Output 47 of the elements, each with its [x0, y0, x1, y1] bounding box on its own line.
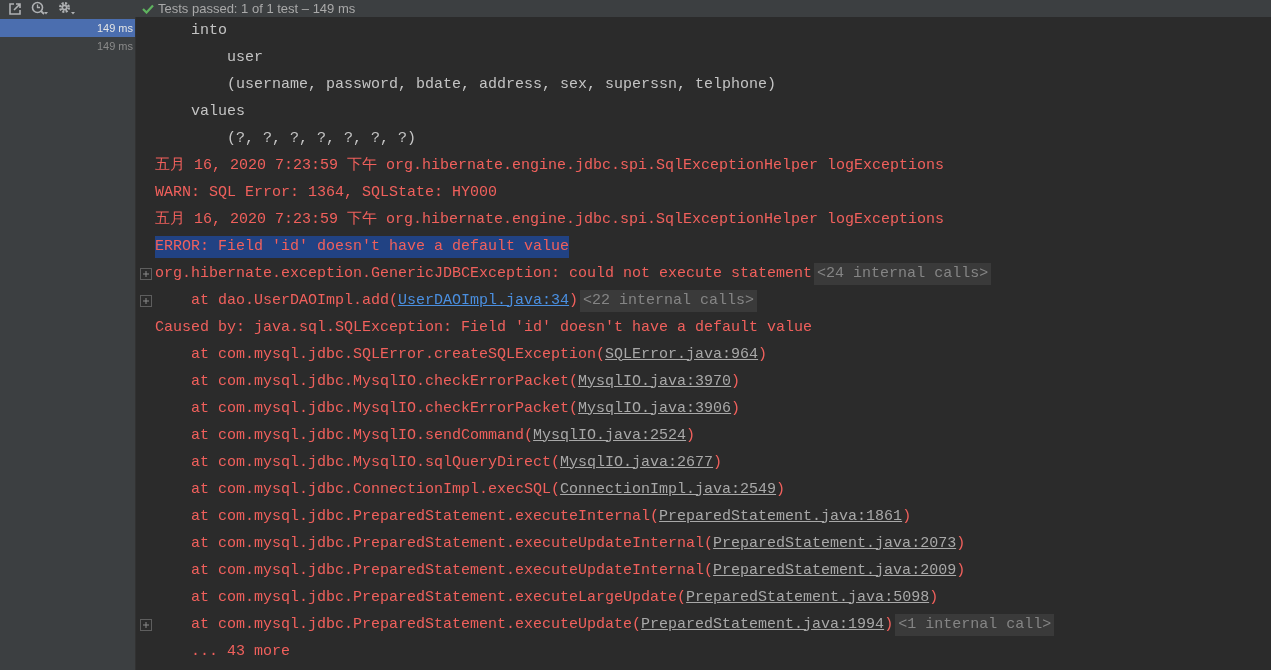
source-link[interactable]: ConnectionImpl.java:2549 — [560, 480, 777, 498]
stack-frame-line: at dao.UserDAOImpl.add(UserDAOImpl.java:34) — [191, 290, 579, 311]
source-link[interactable]: PreparedStatement.java:1994 — [641, 615, 885, 633]
test-status-text: Tests passed: 1 of 1 test – 149 ms — [158, 1, 356, 16]
test-tree-item[interactable]: 149 ms — [0, 37, 135, 55]
source-link[interactable]: PreparedStatement.java:2073 — [713, 534, 957, 552]
source-link[interactable]: MysqlIO.java:2524 — [533, 426, 687, 444]
internal-calls-button[interactable]: <1 internal call> — [895, 613, 1055, 636]
source-link[interactable]: PreparedStatement.java:2009 — [713, 561, 957, 579]
sql-line: values — [191, 101, 245, 122]
log-line: WARN: SQL Error: 1364, SQLState: HY000 — [155, 182, 498, 203]
stack-frame-line: at com.mysql.jdbc.PreparedStatement.executeInternal(PreparedStatement.java:1861) — [191, 506, 912, 527]
stack-frame-line: at com.mysql.jdbc.SQLError.createSQLException(SQLError.java:964) — [191, 344, 768, 365]
source-link[interactable]: SQLError.java:964 — [605, 345, 759, 363]
log-line: 五月 16, 2020 7:23:59 下午 org.hibernate.engine.jdbc.spi.SqlExceptionHelper logExceptions — [155, 209, 945, 230]
stack-frame-line: at com.mysql.jdbc.ConnectionImpl.execSQL(ConnectionImpl.java:2549) — [191, 479, 786, 500]
expand-icon[interactable] — [139, 618, 152, 631]
stack-frame-line: at com.mysql.jdbc.MysqlIO.checkErrorPacket(MysqlIO.java:3906) — [191, 398, 741, 419]
test-tree-item[interactable]: 149 ms — [0, 19, 135, 37]
stack-frame-line: ... 43 more — [191, 641, 291, 662]
expand-icon[interactable] — [139, 294, 152, 307]
sql-line: (?, ?, ?, ?, ?, ?, ?) — [227, 128, 417, 149]
sql-line: into — [191, 20, 227, 41]
source-link[interactable]: UserDAOImpl.java:34 — [398, 291, 570, 309]
source-link[interactable]: MysqlIO.java:2677 — [560, 453, 714, 471]
stack-frame-line: at com.mysql.jdbc.PreparedStatement.executeLargeUpdate(PreparedStatement.java:5098) — [191, 587, 939, 608]
expand-icon[interactable] — [139, 267, 152, 280]
stack-frame-line: at com.mysql.jdbc.MysqlIO.checkErrorPacket(MysqlIO.java:3970) — [191, 371, 741, 392]
log-line: Caused by: java.sql.SQLException: Field 'id' doesn't have a default value — [155, 317, 813, 338]
export-icon[interactable] — [8, 1, 22, 16]
source-link[interactable]: MysqlIO.java:3906 — [578, 399, 732, 417]
log-line: org.hibernate.exception.GenericJDBCException: could not execute statement — [155, 263, 813, 284]
stack-frame-line: at com.mysql.jdbc.PreparedStatement.executeUpdate(PreparedStatement.java:1994) — [191, 614, 894, 635]
log-line: 五月 16, 2020 7:23:59 下午 org.hibernate.engine.jdbc.spi.SqlExceptionHelper logExceptions — [155, 155, 945, 176]
history-icon[interactable] — [31, 1, 49, 16]
stack-frame-line: at com.mysql.jdbc.PreparedStatement.executeUpdateInternal(PreparedStatement.java:2009) — [191, 560, 966, 581]
stack-frame-line: at com.mysql.jdbc.PreparedStatement.executeUpdateInternal(PreparedStatement.java:2073) — [191, 533, 966, 554]
settings-icon[interactable] — [58, 1, 76, 16]
sql-line: (username, password, bdate, address, sex, superssn, telphone) — [227, 74, 777, 95]
source-link[interactable]: PreparedStatement.java:5098 — [686, 588, 930, 606]
stack-frame-line: at com.mysql.jdbc.MysqlIO.sendCommand(MysqlIO.java:2524) — [191, 425, 696, 446]
source-link[interactable]: PreparedStatement.java:1861 — [659, 507, 903, 525]
internal-calls-button[interactable]: <24 internal calls> — [814, 262, 992, 285]
internal-calls-button[interactable]: <22 internal calls> — [580, 289, 758, 312]
sql-line: user — [227, 47, 263, 68]
stack-frame-line: at com.mysql.jdbc.MysqlIO.sqlQueryDirect(MysqlIO.java:2677) — [191, 452, 723, 473]
source-link[interactable]: MysqlIO.java:3970 — [578, 372, 732, 390]
